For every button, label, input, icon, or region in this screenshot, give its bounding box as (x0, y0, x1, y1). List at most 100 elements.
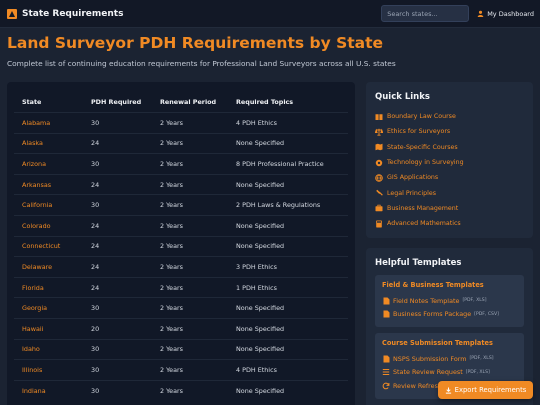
quick-link-label: Legal Principles (387, 189, 437, 197)
state-link[interactable]: Idaho (22, 345, 91, 353)
refresh-icon (382, 382, 390, 390)
period-cell: 2 Years (160, 386, 183, 395)
quick-links-title: Quick Links (375, 92, 430, 102)
globe-icon (375, 174, 383, 182)
quick-link-item[interactable]: Legal Principles (375, 185, 524, 200)
top-bar: State Requirements My Dashboard (0, 0, 540, 28)
template-link[interactable]: NSPS Submission Form [PDF, XLS] (382, 352, 517, 366)
topics-cell: None Specified (236, 345, 285, 354)
state-link[interactable]: Arizona (22, 160, 91, 168)
state-link[interactable]: Georgia (22, 304, 91, 312)
map-icon (375, 143, 383, 151)
quick-link-label: State-Specific Courses (387, 143, 458, 151)
dashboard-label: My Dashboard (487, 9, 534, 18)
dashboard-link[interactable]: My Dashboard (477, 10, 534, 18)
quick-link-label: Advanced Mathematics (387, 220, 461, 228)
table-row: Illinois 30 2 Years 4 PDH Ethics (14, 359, 348, 380)
template-formats: [PDF, CSV] (474, 311, 499, 317)
table-row: Arkansas 24 2 Years None Specified (14, 173, 348, 195)
topics-cell: 1 PDH Ethics (236, 283, 277, 292)
balance-scale-icon (375, 128, 383, 136)
file-icon (382, 297, 390, 305)
table-row: California 30 2 Years 2 PDH Laws & Regulati… (14, 194, 348, 215)
table-row: Delaware 24 2 Years 3 PDH Ethics (14, 256, 348, 277)
quick-link-item[interactable]: State-Specific Courses (375, 140, 524, 155)
pdh-cell: 30 (91, 159, 100, 168)
pdh-cell: 30 (91, 304, 100, 313)
period-cell: 2 Years (160, 201, 183, 210)
gavel-icon (375, 189, 383, 197)
quick-link-item[interactable]: Technology in Surveying (375, 155, 524, 170)
quick-link-item[interactable]: Boundary Law Course (375, 109, 524, 124)
pdh-cell: 30 (91, 365, 100, 374)
templates-title: Helpful Templates (375, 258, 462, 268)
topics-cell: 2 PDH Laws & Regulations (236, 201, 321, 210)
period-cell: 2 Years (160, 118, 183, 127)
pdh-cell: 24 (91, 262, 100, 271)
brand-title[interactable]: State Requirements (22, 9, 123, 19)
search-input[interactable] (381, 5, 470, 22)
pdh-cell: 24 (91, 242, 100, 251)
template-formats: [PDF, XLS] (469, 356, 494, 362)
state-link[interactable]: Delaware (22, 263, 91, 271)
state-link[interactable]: Arkansas (22, 181, 91, 189)
topics-cell: 4 PDH Ethics (236, 365, 277, 374)
template-label: Business Forms Package (393, 310, 472, 319)
template-link[interactable]: Business Forms Package [PDF, CSV] (382, 308, 517, 322)
state-link[interactable]: Alaska (22, 139, 91, 147)
quick-link-label: Business Management (387, 204, 459, 212)
table-row: Alaska 24 2 Years None Specified (14, 132, 348, 154)
template-label: Review Refresh (393, 381, 442, 390)
period-cell: 2 Years (160, 262, 183, 271)
quick-link-item[interactable]: Advanced Mathematics (375, 216, 524, 231)
template-group: Field & Business Templates Field Notes Te… (375, 275, 524, 327)
period-cell: 2 Years (160, 324, 183, 333)
pdh-cell: 24 (91, 180, 100, 189)
table-row: Georgia 30 2 Years None Specified (14, 297, 348, 318)
quick-link-item[interactable]: Ethics for Surveyors (375, 124, 524, 139)
topics-cell: 8 PDH Professional Practice (236, 159, 324, 168)
export-button[interactable]: Export Requirements (438, 381, 533, 399)
period-cell: 2 Years (160, 365, 183, 374)
state-link[interactable]: California (22, 201, 91, 209)
pdh-cell: 20 (91, 324, 100, 333)
column-header-state: State (22, 98, 42, 106)
logo-icon (6, 8, 18, 20)
quick-links-card: Quick Links Boundary Law Course Ethics fo… (366, 82, 533, 238)
quick-link-label: GIS Applications (387, 174, 439, 182)
quick-link-label: Technology in Surveying (387, 159, 464, 167)
topics-cell: None Specified (236, 304, 285, 313)
list-icon (382, 368, 390, 376)
quick-link-item[interactable]: Business Management (375, 201, 524, 216)
template-link[interactable]: Field Notes Template [PDF, XLS] (382, 294, 517, 308)
state-link[interactable]: Colorado (22, 222, 91, 230)
download-icon (445, 386, 451, 394)
period-cell: 2 Years (160, 139, 183, 148)
state-link[interactable]: Illinois (22, 366, 91, 374)
pdh-cell: 24 (91, 139, 100, 148)
topics-cell: None Specified (236, 139, 285, 148)
period-cell: 2 Years (160, 180, 183, 189)
requirements-table: State PDH Required Renewal Period Requir… (7, 82, 355, 405)
pdh-cell: 30 (91, 201, 100, 210)
pdh-cell: 30 (91, 118, 100, 127)
calculator-icon (375, 220, 383, 228)
template-group-title: Field & Business Templates (382, 281, 484, 289)
gear-icon (375, 159, 383, 167)
table-row: Connecticut 24 2 Years None Specified (14, 235, 348, 257)
quick-link-item[interactable]: GIS Applications (375, 170, 524, 185)
state-link[interactable]: Florida (22, 284, 91, 292)
state-link[interactable]: Hawaii (22, 325, 91, 333)
template-label: Field Notes Template (393, 296, 460, 305)
page-title: Land Surveyor PDH Requirements by State (7, 34, 384, 52)
table-row: Arizona 30 2 Years 8 PDH Professional Pract… (14, 153, 348, 174)
file-icon (382, 310, 390, 318)
state-link[interactable]: Connecticut (22, 242, 91, 250)
template-link[interactable]: State Review Request [PDF, XLS] (382, 366, 517, 380)
briefcase-icon (375, 204, 383, 212)
period-cell: 2 Years (160, 283, 183, 292)
table-row: Florida 24 2 Years 1 PDH Ethics (14, 276, 348, 298)
state-link[interactable]: Alabama (22, 119, 91, 127)
template-formats: [PDF, XLS] (462, 298, 487, 304)
state-link[interactable]: Indiana (22, 387, 91, 395)
